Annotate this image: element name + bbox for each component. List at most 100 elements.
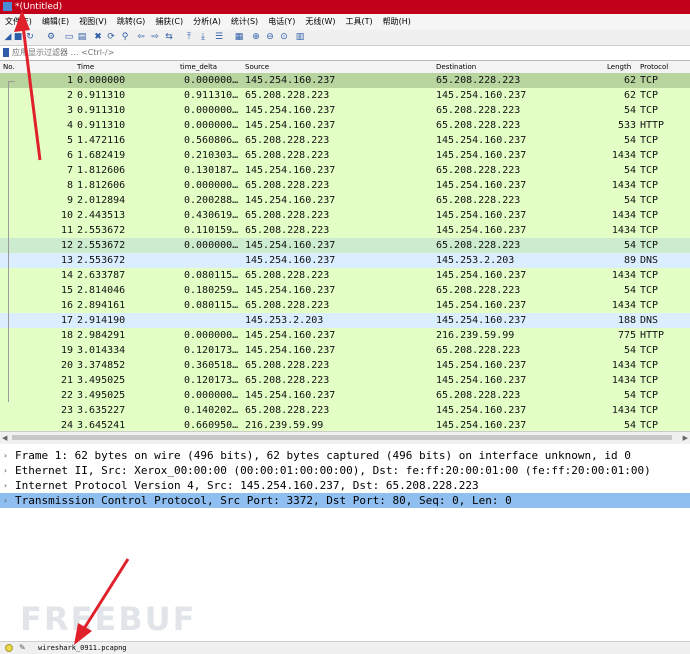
menu-item[interactable]: 工具(T) xyxy=(340,14,377,30)
menu-item[interactable]: 编辑(E) xyxy=(37,14,74,30)
packet-row[interactable]: 24 3.645241 0.660950… 216.239.59.99 145.254.… xyxy=(0,418,690,431)
packet-row[interactable]: 4 0.911310 0.000000… 145.254.160.237 65.208.… xyxy=(0,118,690,133)
packet-row[interactable]: 19 3.014334 0.120173… 145.254.160.237 65.208… xyxy=(0,343,690,358)
colorize-icon[interactable]: ▦ xyxy=(234,32,244,42)
detail-tree-item[interactable]: › Transmission Control Protocol, Src Port… xyxy=(0,493,690,508)
packet-cell-src: 65.208.228.223 xyxy=(245,375,330,386)
open-file-icon[interactable]: ▭ xyxy=(64,32,74,42)
filter-bookmark-icon[interactable] xyxy=(3,48,9,57)
expert-info-icon[interactable] xyxy=(5,644,13,652)
detail-tree-item[interactable]: › Internet Protocol Version 4, Src: 145.2… xyxy=(0,478,690,493)
menu-item[interactable]: 分析(A) xyxy=(188,14,226,30)
search-icon[interactable]: ⚲ xyxy=(120,32,130,42)
packet-cell-len: 1434 xyxy=(611,360,636,371)
packet-list: 24 3.645241 0.660950… 216.239.59.99 145.254.… xyxy=(0,73,690,431)
zoom-in-icon[interactable]: ⊕ xyxy=(251,32,261,42)
detail-tree-label: Transmission Control Protocol, Src Port:… xyxy=(15,494,512,507)
packet-cell-no: 24 xyxy=(60,420,73,431)
packet-row[interactable]: 9 2.012894 0.200288… 145.254.160.237 65.208.… xyxy=(0,193,690,208)
expand-chevron-icon[interactable]: › xyxy=(3,463,8,478)
save-icon[interactable]: ▤ xyxy=(77,32,87,42)
zoom-normal-icon[interactable]: ⊙ xyxy=(279,32,289,42)
display-filter-bar xyxy=(0,46,690,61)
packet-row[interactable]: 14 2.633787 0.080115… 65.208.228.223 145.254… xyxy=(0,268,690,283)
column-header-no[interactable]: No. xyxy=(3,61,15,73)
packet-cell-len: 54 xyxy=(623,285,636,296)
packet-row[interactable]: 11 2.553672 0.110159… 65.208.228.223 145.254… xyxy=(0,223,690,238)
packet-row[interactable]: 3 0.911310 0.000000… 145.254.160.237 65.208.… xyxy=(0,103,690,118)
capture-comment-icon[interactable]: ✎ xyxy=(19,642,26,654)
packet-cell-dst: 65.208.228.223 xyxy=(436,105,521,116)
packet-row[interactable]: 2 0.911310 0.911310… 65.208.228.223 145.254.… xyxy=(0,88,690,103)
packet-cell-len: 54 xyxy=(623,195,636,206)
scrollbar-thumb[interactable] xyxy=(12,435,672,440)
options-gear-icon[interactable]: ⚙ xyxy=(46,32,56,42)
display-filter-input[interactable] xyxy=(12,47,682,58)
stop-icon[interactable]: ■ xyxy=(13,32,23,42)
packet-row[interactable]: 1 0.000000 0.000000… 145.254.160.237 65.208.… xyxy=(0,73,690,88)
forward-arrow-icon[interactable]: ⇨ xyxy=(150,32,160,42)
menu-item[interactable]: 视图(V) xyxy=(74,14,112,30)
packet-row[interactable]: 21 3.495025 0.120173… 65.208.228.223 145.254… xyxy=(0,373,690,388)
column-header-time[interactable]: Time xyxy=(77,61,94,73)
packet-row[interactable]: 22 3.495025 0.000000… 145.254.160.237 65.208… xyxy=(0,388,690,403)
menu-item[interactable]: 无线(W) xyxy=(300,14,340,30)
scroll-left-icon[interactable]: ◀ xyxy=(2,434,7,442)
detail-tree-item[interactable]: › Ethernet II, Src: Xerox_00:00:00 (00:00… xyxy=(0,463,690,478)
packet-cell-src: 65.208.228.223 xyxy=(245,270,330,281)
restart-icon[interactable]: ↻ xyxy=(25,32,35,42)
packet-row[interactable]: 23 3.635227 0.140202… 65.208.228.223 145.254… xyxy=(0,403,690,418)
packet-cell-src: 65.208.228.223 xyxy=(245,300,330,311)
packet-cell-time: 1.812606 xyxy=(77,180,126,191)
back-arrow-icon[interactable]: ⇦ xyxy=(136,32,146,42)
go-to-packet-icon[interactable]: ⇆ xyxy=(164,32,174,42)
packet-cell-delta: 0.120173… xyxy=(184,375,239,386)
packet-cell-len: 89 xyxy=(623,255,636,266)
column-header-length[interactable]: Length xyxy=(607,61,631,73)
packet-cell-delta: 0.180259… xyxy=(184,285,239,296)
expand-chevron-icon[interactable]: › xyxy=(3,493,8,508)
packet-row[interactable]: 8 1.812606 0.000000… 65.208.228.223 145.254.… xyxy=(0,178,690,193)
packet-cell-delta: 0.430619… xyxy=(184,210,239,221)
packet-row[interactable]: 16 2.894161 0.080115… 65.208.228.223 145.254… xyxy=(0,298,690,313)
menu-item[interactable]: 帮助(H) xyxy=(378,14,416,30)
packet-list-scrollbar[interactable]: ◀ ▶ xyxy=(0,431,690,445)
shark-fin-start-icon[interactable]: ◢ xyxy=(3,32,13,42)
packet-cell-src: 65.208.228.223 xyxy=(245,90,330,101)
packet-row[interactable]: 5 1.472116 0.560806… 65.208.228.223 145.254.… xyxy=(0,133,690,148)
packet-row[interactable]: 7 1.812606 0.130187… 145.254.160.237 65.208.… xyxy=(0,163,690,178)
first-packet-icon[interactable]: ⤒ xyxy=(184,32,194,42)
column-header-destination[interactable]: Destination xyxy=(436,61,476,73)
expand-chevron-icon[interactable]: › xyxy=(3,448,8,463)
packet-row[interactable]: 15 2.814046 0.180259… 145.254.160.237 65.208… xyxy=(0,283,690,298)
packet-cell-len: 1434 xyxy=(611,150,636,161)
close-file-icon[interactable]: ✖ xyxy=(93,32,103,42)
menu-item[interactable]: 跳转(G) xyxy=(112,14,150,30)
detail-tree-item[interactable]: › Frame 1: 62 bytes on wire (496 bits), 6… xyxy=(0,448,690,463)
packet-cell-time: 3.635227 xyxy=(77,405,126,416)
autoscroll-icon[interactable]: ☰ xyxy=(214,32,224,42)
menu-item[interactable]: 电话(Y) xyxy=(263,14,300,30)
packet-cell-time: 3.645241 xyxy=(77,420,126,431)
menu-item[interactable]: 捕获(C) xyxy=(150,14,188,30)
column-header-source[interactable]: Source xyxy=(245,61,269,73)
expand-chevron-icon[interactable]: › xyxy=(3,478,8,493)
packet-row[interactable]: 10 2.443513 0.430619… 65.208.228.223 145.254… xyxy=(0,208,690,223)
resize-columns-icon[interactable]: ▥ xyxy=(295,32,305,42)
packet-cell-proto: TCP xyxy=(640,90,659,101)
last-packet-icon[interactable]: ⤓ xyxy=(198,32,208,42)
packet-row[interactable]: 13 2.553672 145.254.160.237 145.253.2.203 89… xyxy=(0,253,690,268)
scroll-right-icon[interactable]: ▶ xyxy=(683,434,688,442)
packet-cell-src: 65.208.228.223 xyxy=(245,180,330,191)
packet-row[interactable]: 12 2.553672 0.000000… 145.254.160.237 65.208… xyxy=(0,238,690,253)
column-header-delta[interactable]: time_delta xyxy=(180,61,217,73)
packet-row[interactable]: 18 2.984291 0.000000… 145.254.160.237 216.23… xyxy=(0,328,690,343)
reload-icon[interactable]: ⟳ xyxy=(106,32,116,42)
packet-row[interactable]: 6 1.682419 0.210303… 65.208.228.223 145.254.… xyxy=(0,148,690,163)
column-header-protocol[interactable]: Protocol xyxy=(640,61,668,73)
menu-item[interactable]: 文件(F) xyxy=(0,14,37,30)
packet-row[interactable]: 17 2.914190 145.253.2.203 145.254.160.237 18… xyxy=(0,313,690,328)
zoom-out-icon[interactable]: ⊖ xyxy=(265,32,275,42)
packet-row[interactable]: 20 3.374852 0.360518… 65.208.228.223 145.254… xyxy=(0,358,690,373)
menu-item[interactable]: 统计(S) xyxy=(226,14,263,30)
